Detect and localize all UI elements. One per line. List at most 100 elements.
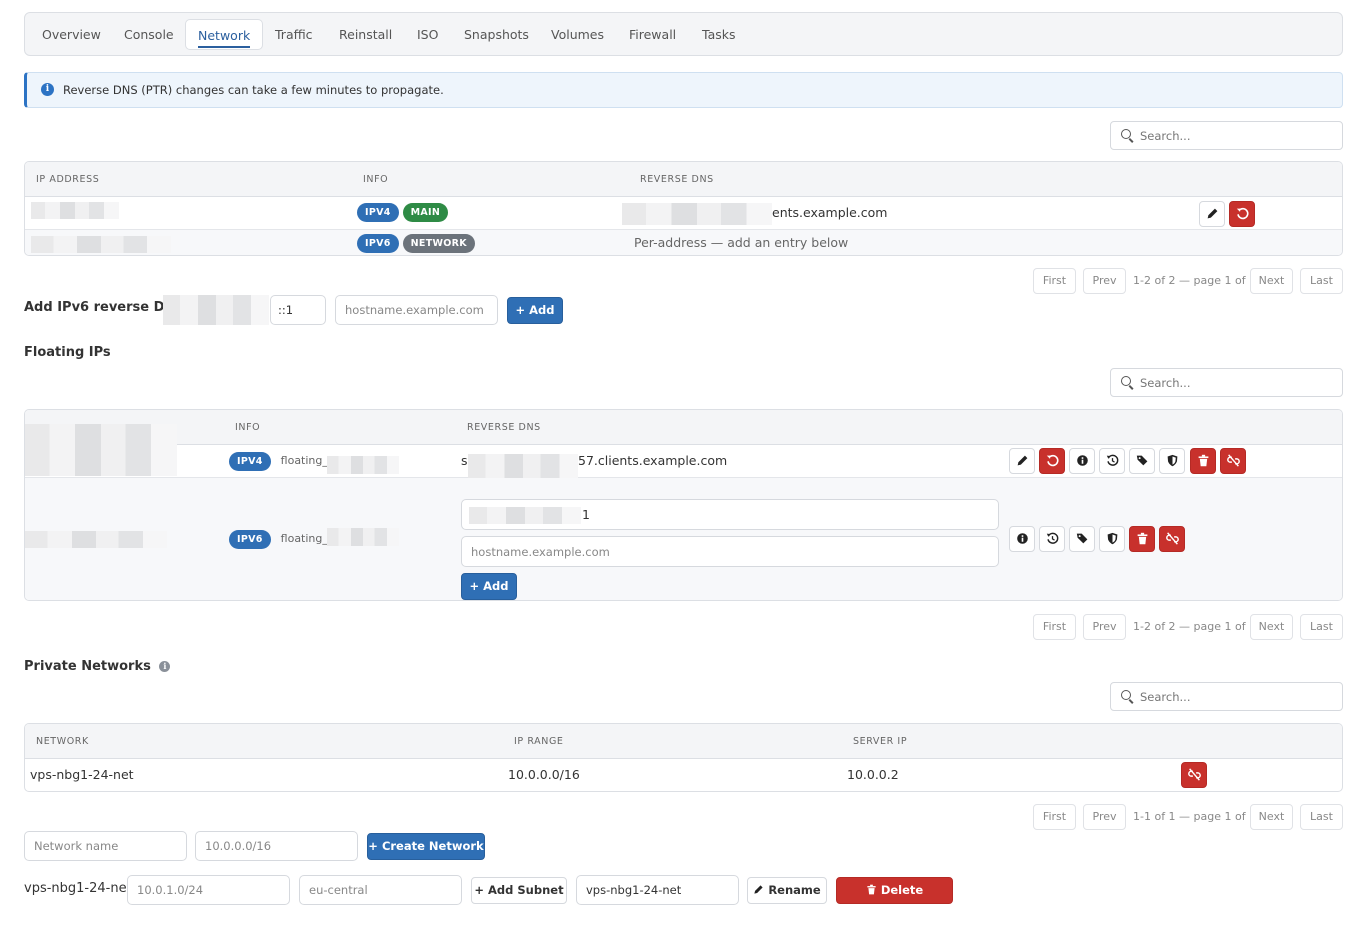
subnet-input[interactable] <box>127 875 290 905</box>
add-subnet-button[interactable]: + Add Subnet <box>471 877 567 904</box>
rdns-value: 57.clients.example.com <box>578 453 728 468</box>
ip-table-header: IP ADDRESS INFO REVERSE DNS <box>25 162 1342 197</box>
create-network-button[interactable]: + Create Network <box>367 833 485 860</box>
table-row: IPV6 floating_ip 1 + Add <box>25 478 1342 600</box>
ipv6-address-input[interactable]: 1 <box>461 499 999 530</box>
info-badges: IPV4 MAIN <box>357 203 449 222</box>
add-ipv6-rdns-button[interactable]: + Add <box>507 297 563 324</box>
unlink-icon <box>1226 454 1240 467</box>
next-page-button[interactable]: Next <box>1250 268 1293 294</box>
last-page-button[interactable]: Last <box>1300 268 1343 294</box>
private-networks-title: Private Networks i <box>24 659 171 674</box>
page-info: 1-2 of 2 — page 1 of 1 <box>1133 274 1257 287</box>
network-name-input[interactable] <box>24 831 187 861</box>
tab-overview[interactable]: Overview <box>30 19 113 50</box>
tags-icon <box>1076 533 1087 544</box>
col-ip-range: IP RANGE <box>514 736 564 747</box>
plus-icon: + <box>515 303 530 317</box>
detach-network-button[interactable] <box>1181 762 1207 788</box>
protection-button[interactable] <box>1099 526 1125 552</box>
tab-volumes[interactable]: Volumes <box>539 19 616 50</box>
info-button[interactable] <box>1069 448 1095 474</box>
page-info: 1-1 of 1 — page 1 of 1 <box>1133 810 1257 823</box>
delete-network-button[interactable]: Delete Network <box>836 877 953 922</box>
floating-table-header: INFO REVERSE DNS <box>25 410 1342 445</box>
first-page-button[interactable]: First <box>1033 804 1076 830</box>
zone-input[interactable] <box>299 875 462 905</box>
ipv4-badge: IPV4 <box>229 452 271 471</box>
ipv6-badge: IPV6 <box>357 234 399 253</box>
rename-input[interactable] <box>576 875 739 905</box>
plus-icon: + <box>474 883 489 897</box>
next-page-button[interactable]: Next <box>1250 804 1293 830</box>
tab-iso[interactable]: ISO <box>405 19 450 50</box>
col-reverse-dns: REVERSE DNS <box>467 422 541 433</box>
floating-ips-title: Floating IPs <box>24 345 111 360</box>
col-network: NETWORK <box>36 736 89 747</box>
network-edit-label: vps-nbg1-24-net <box>24 881 132 896</box>
info-icon[interactable]: i <box>159 661 171 672</box>
tab-reinstall[interactable]: Reinstall <box>327 19 404 50</box>
col-info: INFO <box>363 174 389 185</box>
prev-page-button[interactable]: Prev <box>1083 268 1126 294</box>
reset-button[interactable] <box>1229 201 1255 227</box>
col-info: INFO <box>235 422 261 433</box>
main-badge: MAIN <box>402 203 449 222</box>
pencil-icon <box>754 885 763 894</box>
tags-button[interactable] <box>1069 526 1095 552</box>
ip-table: IP ADDRESS INFO REVERSE DNS IPV4 MAIN en… <box>24 161 1343 256</box>
tags-button[interactable] <box>1129 448 1155 474</box>
tab-network[interactable]: Network <box>185 19 264 50</box>
trash-icon <box>1198 454 1208 467</box>
search-icon <box>1121 129 1131 139</box>
table-row: IPV4 floating_ip s 57.clients.example.co… <box>25 445 1342 488</box>
edit-button[interactable] <box>1009 448 1035 474</box>
delete-button[interactable] <box>1129 526 1155 552</box>
first-page-button[interactable]: First <box>1033 614 1076 640</box>
tab-snapshots[interactable]: Snapshots <box>452 19 541 50</box>
info-icon: i <box>41 83 54 96</box>
ip-search-input[interactable] <box>1138 126 1333 146</box>
ipv6-suffix-input[interactable] <box>270 295 326 325</box>
rdns-prefix: s <box>461 453 468 468</box>
tab-console[interactable]: Console <box>112 19 186 50</box>
private-search-input[interactable] <box>1138 687 1333 707</box>
undo-icon <box>1046 454 1059 467</box>
add-floating-rdns-button[interactable]: + Add <box>461 573 517 600</box>
alert-text: Reverse DNS (PTR) changes can take a few… <box>63 83 444 97</box>
network-range-input[interactable] <box>195 831 358 861</box>
history-button[interactable] <box>1039 526 1065 552</box>
history-button[interactable] <box>1099 448 1125 474</box>
prev-page-button[interactable]: Prev <box>1083 804 1126 830</box>
ipv6-hostname-input[interactable] <box>335 295 498 325</box>
floating-search-input[interactable] <box>1138 373 1333 393</box>
edit-button[interactable] <box>1199 201 1225 227</box>
reset-button[interactable] <box>1039 448 1065 474</box>
redacted-ip <box>25 531 167 548</box>
info-icon <box>1076 455 1088 466</box>
unassign-button[interactable] <box>1220 448 1246 474</box>
tab-tasks[interactable]: Tasks <box>690 19 748 50</box>
info-button[interactable] <box>1009 526 1035 552</box>
floating-hostname-input[interactable] <box>461 536 999 567</box>
protection-button[interactable] <box>1159 448 1185 474</box>
tab-firewall[interactable]: Firewall <box>617 19 688 50</box>
history-icon <box>1046 532 1058 544</box>
last-page-button[interactable]: Last <box>1300 804 1343 830</box>
first-page-button[interactable]: First <box>1033 268 1076 294</box>
prev-page-button[interactable]: Prev <box>1083 614 1126 640</box>
rename-button[interactable]: Rename <box>747 877 827 904</box>
col-server-ip: SERVER IP <box>853 736 908 747</box>
unassign-button[interactable] <box>1159 526 1185 552</box>
next-page-button[interactable]: Next <box>1250 614 1293 640</box>
last-page-button[interactable]: Last <box>1300 614 1343 640</box>
tab-network-label: Network <box>198 28 251 48</box>
tab-traffic[interactable]: Traffic <box>263 19 325 50</box>
create-network-label: Create Network <box>381 839 484 853</box>
redacted-prefix <box>469 507 581 524</box>
ipv6-rdns-label: Add IPv6 reverse DNS <box>24 300 185 315</box>
private-search <box>1110 682 1343 711</box>
redacted-rdns <box>622 203 772 225</box>
delete-button[interactable] <box>1190 448 1216 474</box>
ipv6-address-suffix: 1 <box>582 507 590 522</box>
